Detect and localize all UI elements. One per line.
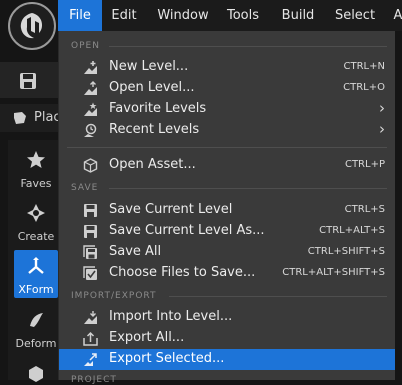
shortcut-label: CTRL+ALT+S — [319, 225, 385, 236]
export-selected-icon — [84, 353, 97, 366]
section-divider — [109, 46, 387, 47]
menu-window[interactable]: Window — [150, 0, 216, 31]
section-save-label: SAVE — [71, 183, 99, 193]
cube-icon — [29, 366, 43, 382]
star-icon — [27, 151, 45, 168]
submenu-arrow-icon: › — [379, 99, 385, 117]
menu-item-open-level[interactable]: Open Level... CTRL+O — [59, 78, 395, 99]
file-menu-dropdown: OPEN New Level... CTRL+N Open Level... C… — [58, 31, 395, 385]
menu-item-recent-levels[interactable]: Recent Levels › — [59, 120, 395, 141]
menu-item-label: Export All... — [109, 330, 185, 345]
place-icon — [14, 112, 26, 124]
open-asset-icon — [83, 158, 98, 173]
shortcut-label: CTRL+S — [344, 204, 385, 215]
deform-icon — [30, 313, 43, 327]
create-icon — [27, 204, 45, 222]
tab-place-label: Plac — [34, 110, 61, 125]
menu-actor[interactable]: A — [388, 0, 402, 31]
mode-label: XForm — [18, 283, 54, 296]
export-all-icon — [83, 331, 98, 346]
shortcut-label: CTRL+O — [343, 82, 385, 93]
mode-label: Faves — [20, 177, 52, 190]
menu-select[interactable]: Select — [330, 0, 380, 31]
section-project-label: PROJECT — [71, 375, 117, 385]
save-icon — [84, 204, 97, 217]
menu-item-save-all[interactable]: Save All CTRL+SHIFT+S — [59, 242, 395, 263]
menu-bar: File Edit Window Tools Build Select A — [58, 0, 402, 31]
mode-more[interactable] — [14, 358, 58, 382]
menu-item-label: Choose Files to Save... — [109, 265, 256, 280]
favorite-levels-icon — [84, 102, 97, 116]
save-toolbar-icon[interactable] — [19, 72, 37, 90]
modes-panel: Faves Create XForm Deform — [8, 140, 58, 382]
menu-item-label: Favorite Levels — [109, 101, 207, 116]
menu-item-label: Save Current Level As... — [109, 223, 265, 238]
save-all-icon — [83, 245, 97, 259]
shortcut-label: CTRL+ALT+SHIFT+S — [282, 267, 385, 278]
import-icon — [84, 311, 97, 324]
menu-item-open-asset[interactable]: Open Asset... CTRL+P — [59, 155, 395, 176]
section-open-label: OPEN — [71, 41, 100, 51]
menu-item-label: Save Current Level — [109, 202, 233, 217]
tab-place[interactable]: Plac — [0, 104, 61, 132]
new-level-icon — [84, 61, 97, 74]
menu-item-favorite-levels[interactable]: Favorite Levels › — [59, 99, 395, 120]
mode-label: Deform — [15, 337, 57, 350]
menu-edit[interactable]: Edit — [104, 0, 144, 31]
recent-levels-icon — [84, 123, 97, 137]
menu-item-import-into-level[interactable]: Import Into Level... — [59, 307, 395, 328]
xform-icon — [28, 257, 44, 274]
menu-item-label: New Level... — [109, 59, 189, 74]
menu-item-new-level[interactable]: New Level... CTRL+N — [59, 57, 395, 78]
menu-item-choose-files-to-save[interactable]: Choose Files to Save... CTRL+ALT+SHIFT+S — [59, 263, 395, 284]
mode-xform[interactable]: XForm — [14, 250, 58, 298]
menu-item-label: Export Selected... — [109, 351, 225, 366]
menu-item-label: Import Into Level... — [109, 309, 233, 324]
menu-item-label: Save All — [109, 244, 162, 259]
save-as-icon — [84, 225, 97, 238]
menu-file[interactable]: File — [58, 0, 102, 31]
shortcut-label: CTRL+SHIFT+S — [307, 246, 385, 257]
shortcut-label: CTRL+P — [344, 159, 385, 170]
menu-item-label: Open Level... — [109, 80, 195, 95]
menu-item-export-all[interactable]: Export All... — [59, 328, 395, 349]
mode-deform[interactable]: Deform — [14, 304, 58, 352]
menu-build[interactable]: Build — [276, 0, 320, 31]
mode-create[interactable]: Create — [14, 197, 58, 245]
unreal-logo-icon[interactable] — [8, 2, 56, 50]
shortcut-label: CTRL+N — [343, 61, 385, 72]
section-divider — [109, 188, 387, 189]
menu-tools[interactable]: Tools — [220, 0, 266, 31]
menu-item-label: Open Asset... — [109, 157, 196, 172]
menu-item-save-current-level[interactable]: Save Current Level CTRL+S — [59, 200, 395, 221]
mode-faves[interactable]: Faves — [14, 144, 58, 192]
section-divider — [169, 296, 387, 297]
menu-item-label: Recent Levels — [109, 122, 200, 137]
section-import-export-label: IMPORT/EXPORT — [71, 291, 157, 301]
menu-item-save-current-level-as[interactable]: Save Current Level As... CTRL+ALT+S — [59, 221, 395, 242]
mode-label: Create — [17, 230, 55, 243]
menu-divider — [67, 147, 387, 148]
submenu-arrow-icon: › — [379, 120, 385, 138]
choose-files-icon — [83, 266, 97, 280]
open-level-icon — [84, 81, 97, 95]
menu-item-export-selected[interactable]: Export Selected... — [59, 349, 395, 370]
